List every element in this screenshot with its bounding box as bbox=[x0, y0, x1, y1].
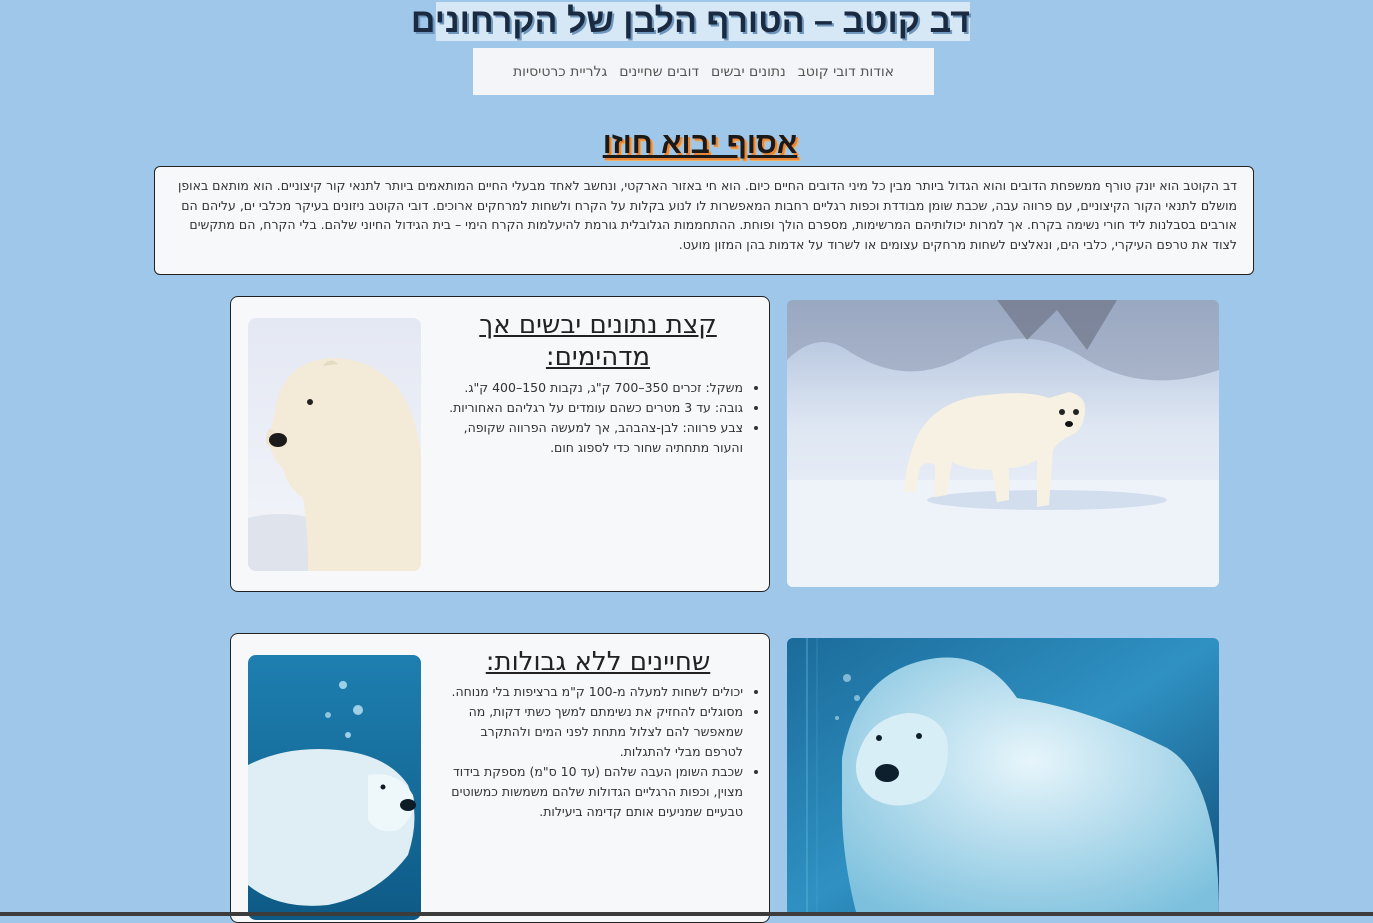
list-item: משקל: זכרים 350–700 ק"ג, נקבות 150–400 ק… bbox=[443, 378, 743, 398]
polar-bear-swimming-photo bbox=[248, 655, 421, 920]
section-subtitle: אסוף יבוא חוזו bbox=[602, 127, 798, 160]
list-item: מסוגלים להחזיק את נשימתם למשך כשתי דקות,… bbox=[443, 702, 743, 762]
intro-paragraph: דב הקוטב הוא יונק טורף ממשפחת הדובים והו… bbox=[154, 166, 1254, 275]
swimmers-list: יכולים לשחות למעלה מ-100 ק"מ ברציפות בלי… bbox=[443, 682, 765, 822]
main-nav: אודות דובי קוטב נתונים יבשים דובים שחיינ… bbox=[473, 48, 934, 95]
list-item: גובה: עד 3 מטרים כשהם עומדים על רגליהם ה… bbox=[443, 398, 743, 418]
nav-item-gallery[interactable]: גלריית כרטיסיות bbox=[513, 64, 607, 80]
list-item: שכבת השומן העבה שלהם (עד 10 ס"מ) מספקת ב… bbox=[443, 762, 743, 822]
facts-list: משקל: זכרים 350–700 ק"ג, נקבות 150–400 ק… bbox=[443, 378, 765, 458]
polar-bear-underwater-photo bbox=[787, 638, 1219, 916]
nav-item-about[interactable]: אודות דובי קוטב bbox=[798, 64, 894, 80]
polar-bear-walking-photo bbox=[787, 300, 1219, 587]
list-item: יכולים לשחות למעלה מ-100 ק"מ ברציפות בלי… bbox=[443, 682, 744, 702]
facts-card: קצת נתונים יבשים אך מדהימים: משקל: זכרים… bbox=[230, 296, 770, 592]
list-item: צבע פרווה: לבן-צהבהב, אך למעשה הפרווה שק… bbox=[443, 418, 743, 458]
window-bottom-edge bbox=[0, 912, 1373, 916]
swimmers-card-title: שחיינים ללא גבולות: bbox=[485, 647, 711, 677]
nav-item-facts[interactable]: נתונים יבשים bbox=[711, 64, 786, 80]
facts-card-title: קצת נתונים יבשים אך מדהימים: bbox=[479, 310, 717, 372]
swimmers-card: שחיינים ללא גבולות: יכולים לשחות למעלה מ… bbox=[230, 633, 770, 923]
polar-bear-portrait-photo bbox=[248, 318, 421, 571]
nav-item-swimmers[interactable]: דובים שחיינים bbox=[619, 64, 699, 80]
page-title: דב קוטב – הטורף הלבן של הקרחונים bbox=[410, 2, 970, 41]
